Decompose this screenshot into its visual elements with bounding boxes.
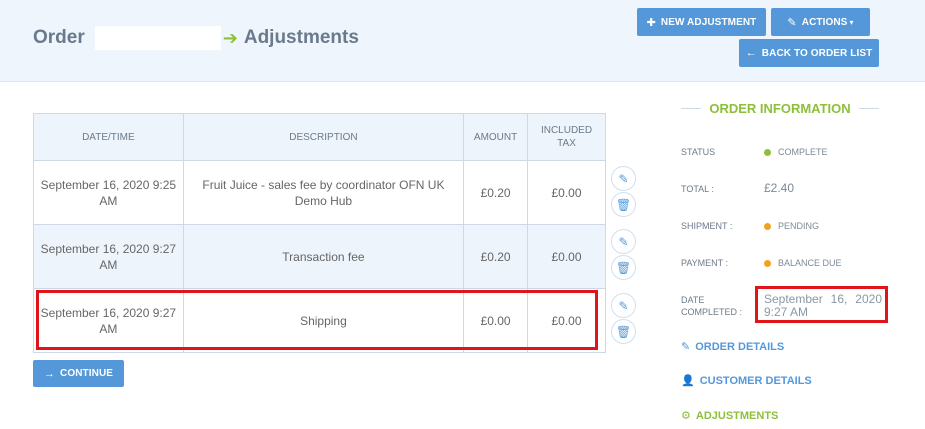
cogs-icon: ⚙: [681, 410, 691, 422]
edit-icon: ✎: [787, 16, 797, 29]
order-number-redacted: [94, 26, 221, 50]
payment-label: PAYMENT :: [681, 258, 729, 268]
order-details-link[interactable]: ✎ ORDER DETAILS: [681, 340, 785, 354]
payment-dot-icon: [764, 259, 771, 267]
date-label-line2: COMPLETED :: [681, 307, 743, 317]
delete-adjustment-button[interactable]: 🗑: [611, 192, 636, 217]
order-information-title: ORDER INFORMATION: [709, 101, 851, 116]
column-header-datetime: DATE/TIME: [33, 113, 184, 161]
new-adjustment-label: NEW ADJUSTMENT: [660, 16, 757, 28]
order-details-label: ORDER DETAILS: [695, 340, 785, 353]
customer-details-link[interactable]: 👤 CUSTOMER DETAILS: [681, 374, 812, 388]
adjustments-label: ADJUSTMENTS: [695, 409, 779, 422]
page-title: Order ➔ Adjustments: [33, 26, 359, 50]
divider: [858, 108, 879, 109]
status-label: STATUS: [681, 147, 716, 157]
included-tax-label: INCLUDED TAX: [540, 125, 593, 149]
caret-down-icon: ▾: [849, 17, 854, 27]
row-amount: £0.20: [463, 224, 529, 289]
column-header-amount: AMOUNT: [463, 113, 529, 161]
edit-icon: ✎: [681, 341, 691, 353]
edit-icon: ✎: [618, 234, 629, 249]
trash-icon: 🗑: [615, 197, 632, 212]
user-icon: 👤: [681, 375, 695, 387]
title-suffix: Adjustments: [243, 27, 359, 48]
back-to-order-list-label: BACK TO ORDER LIST: [761, 47, 873, 59]
status-value: COMPLETE: [778, 147, 828, 157]
table-header-row: DATE/TIME DESCRIPTION AMOUNT INCLUDED TA…: [33, 113, 606, 161]
shipment-status: PENDING: [764, 221, 819, 231]
plus-icon: ✚: [646, 16, 656, 29]
edit-adjustment-button[interactable]: ✎: [611, 293, 636, 318]
date-completed-value: September 16, 2020 9:27 AM: [764, 292, 882, 319]
continue-button[interactable]: → CONTINUE: [33, 360, 124, 387]
customer-details-label: CUSTOMER DETAILS: [699, 374, 812, 387]
actions-button[interactable]: ✎ ACTIONS ▾: [771, 8, 870, 36]
highlight-box-shipping-row: [36, 290, 598, 350]
shipment-value: PENDING: [778, 221, 820, 231]
column-header-description: DESCRIPTION: [182, 113, 465, 161]
trash-icon: 🗑: [615, 260, 632, 275]
pending-dot-icon: [764, 222, 771, 230]
edit-icon: ✎: [618, 171, 629, 186]
payment-status: BALANCE DUE: [764, 258, 842, 268]
row-description: Fruit Juice - sales fee by coordinator O…: [182, 160, 465, 225]
order-information-heading: ORDER INFORMATION: [681, 101, 879, 116]
total-value: £2.40: [764, 181, 795, 195]
row-date: September 16, 2020 9:25 AM: [33, 160, 184, 225]
divider: [681, 108, 702, 109]
new-adjustment-button[interactable]: ✚ NEW ADJUSTMENT: [637, 8, 766, 36]
edit-adjustment-button[interactable]: ✎: [611, 166, 636, 191]
row-amount: £0.20: [463, 160, 529, 225]
row-tax: £0.00: [527, 160, 606, 225]
status-badge: COMPLETE: [764, 147, 828, 157]
continue-label: CONTINUE: [60, 368, 114, 379]
page-header: Order ➔ Adjustments ✚ NEW ADJUSTMENT ✎ A…: [0, 0, 925, 82]
adjustments-link[interactable]: ⚙ ADJUSTMENTS: [681, 409, 779, 423]
arrow-right-icon: ➔: [222, 27, 238, 48]
edit-icon: ✎: [618, 298, 629, 313]
trash-icon: 🗑: [615, 324, 632, 339]
delete-adjustment-button[interactable]: 🗑: [611, 255, 636, 280]
row-description: Transaction fee: [182, 224, 465, 289]
column-header-included-tax: INCLUDED TAX: [527, 113, 606, 161]
actions-label: ACTIONS: [801, 16, 848, 28]
date-label-line1: DATE: [681, 295, 705, 305]
total-label: TOTAL :: [681, 184, 714, 194]
shipment-label: SHIPMENT :: [681, 221, 733, 231]
date-completed-label: DATE COMPLETED :: [681, 294, 742, 318]
arrow-right-icon: →: [43, 367, 56, 380]
row-date: September 16, 2020 9:27 AM: [33, 224, 184, 289]
delete-adjustment-button[interactable]: 🗑: [611, 319, 636, 344]
edit-adjustment-button[interactable]: ✎: [611, 229, 636, 254]
payment-value: BALANCE DUE: [778, 258, 842, 268]
arrow-left-icon: ←: [745, 47, 757, 59]
back-to-order-list-button[interactable]: ← BACK TO ORDER LIST: [739, 39, 879, 67]
row-tax: £0.00: [527, 224, 606, 289]
status-dot-icon: [764, 148, 771, 156]
table-row: September 16, 2020 9:27 AM Transaction f…: [33, 224, 606, 289]
table-row: September 16, 2020 9:25 AM Fruit Juice -…: [33, 160, 606, 225]
title-prefix: Order: [33, 27, 85, 48]
